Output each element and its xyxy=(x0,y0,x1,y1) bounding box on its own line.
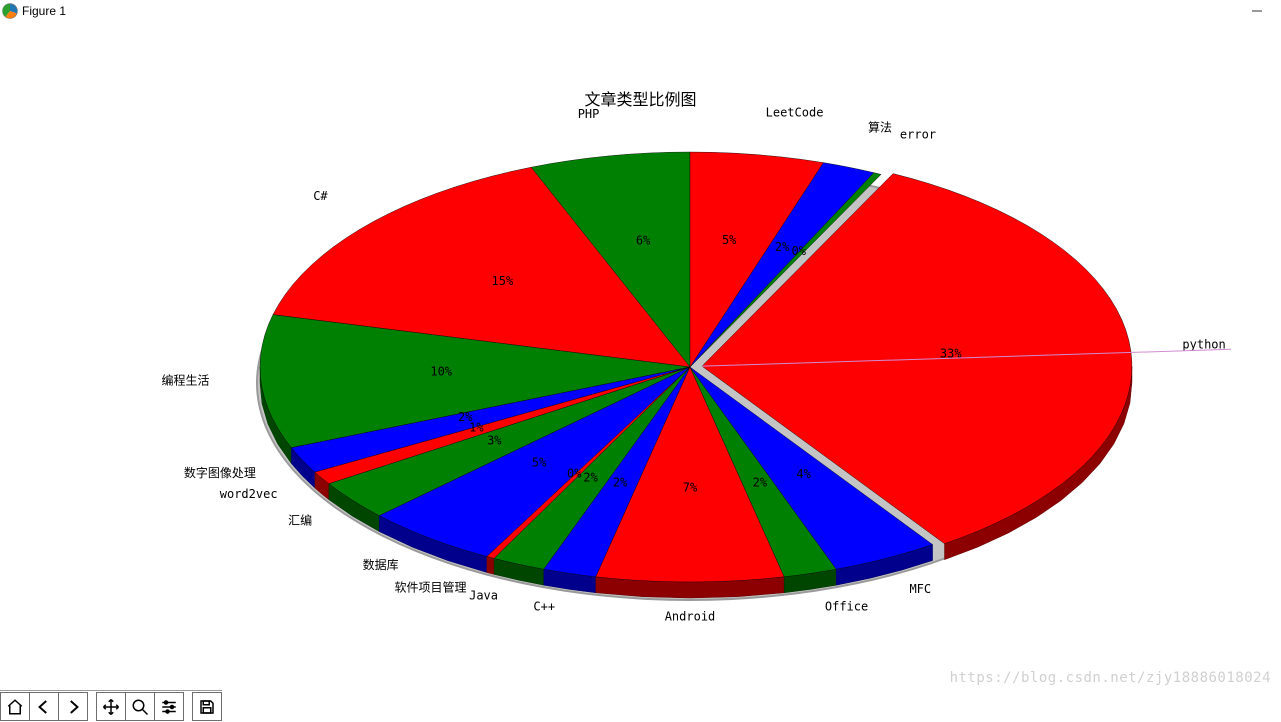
home-button[interactable] xyxy=(0,692,30,721)
slice-label: 数据库 xyxy=(363,557,399,572)
slice-label: word2vec xyxy=(220,487,278,501)
slice-label: C# xyxy=(313,189,328,203)
matplotlib-icon xyxy=(2,3,18,19)
figure-window: Figure 1 文章类型比例图 6%PHP15%C#10%编程生活2%数字图像… xyxy=(0,0,1281,722)
slice-label: PHP xyxy=(578,107,600,121)
move-icon xyxy=(102,698,120,716)
magnifier-icon xyxy=(131,698,149,716)
slice-label: 汇编 xyxy=(288,512,312,527)
slice-label: Java xyxy=(469,589,498,603)
slice-percent: 15% xyxy=(492,274,514,288)
titlebar: Figure 1 xyxy=(0,0,1281,22)
slice-percent: 10% xyxy=(430,365,452,379)
slice-label: 软件项目管理 xyxy=(394,580,466,595)
window-title: Figure 1 xyxy=(22,4,66,18)
slice-percent: 2% xyxy=(583,470,598,484)
slice-percent: 3% xyxy=(487,433,502,447)
watermark: https://blog.csdn.net/zjy18886018024 xyxy=(950,670,1271,686)
arrow-right-icon xyxy=(64,698,82,716)
pan-button[interactable] xyxy=(96,692,126,721)
slice-percent: 5% xyxy=(722,233,737,247)
slice-percent: 2% xyxy=(775,240,790,254)
arrow-left-icon xyxy=(35,698,53,716)
sliders-icon xyxy=(160,698,178,716)
pie-chart: 6% PHP 15% C# 10% 编程生活 2% 数字图像处理 1% word2vec 3% 汇编 5… xyxy=(0,22,1281,691)
slice-label: 算法 xyxy=(868,119,892,134)
slice-percent: 1% xyxy=(469,420,484,434)
chart-area: 文章类型比例图 6%PHP15%C#10%编程生活2%数字图像处理1%word2… xyxy=(0,22,1281,691)
slice-label: 编程生活 xyxy=(162,373,210,388)
toolbar xyxy=(0,690,222,722)
slice-label: 数字图像处理 xyxy=(184,465,256,480)
slice-percent: 2% xyxy=(753,476,768,490)
back-button[interactable] xyxy=(29,692,59,721)
slice-label: MFC xyxy=(909,582,931,596)
slice-percent: 0% xyxy=(567,466,582,480)
slice-percent: 2% xyxy=(613,476,628,490)
configure-button[interactable] xyxy=(154,692,184,721)
home-icon xyxy=(6,698,24,716)
zoom-button[interactable] xyxy=(125,692,155,721)
slice-percent: 4% xyxy=(796,467,811,481)
save-button[interactable] xyxy=(192,692,222,721)
slice-label: Office xyxy=(825,600,868,614)
slice-percent: 5% xyxy=(532,455,547,469)
slice-label: C++ xyxy=(533,600,555,614)
slice-percent: 7% xyxy=(683,481,698,495)
slice-label: error xyxy=(900,128,936,142)
slice-label: LeetCode xyxy=(766,105,824,119)
minimize-button[interactable] xyxy=(1239,4,1275,18)
slice-percent: 6% xyxy=(636,234,651,248)
floppy-icon xyxy=(198,698,216,716)
forward-button[interactable] xyxy=(58,692,88,721)
slice-label: Android xyxy=(665,610,716,624)
slice-percent: 0% xyxy=(791,244,806,258)
